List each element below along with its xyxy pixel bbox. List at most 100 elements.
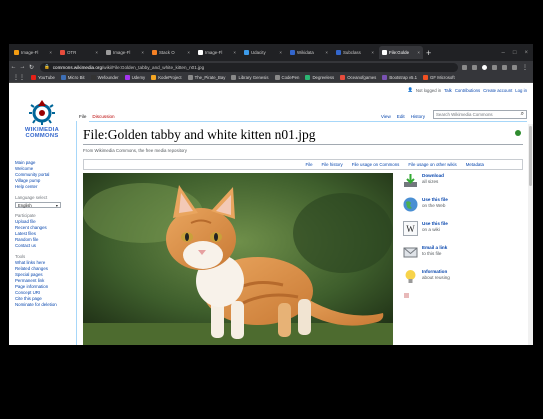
close-tab-icon[interactable]: ×	[187, 50, 190, 55]
file-type-icon[interactable]	[404, 293, 409, 298]
scrollbar-thumb[interactable]	[529, 126, 532, 186]
download-action[interactable]: Download all sizes	[403, 173, 463, 197]
toc-file-history-link[interactable]: File history	[322, 162, 343, 167]
bookmark[interactable]: GF Microsoft	[423, 75, 455, 80]
close-tab-icon[interactable]: ×	[49, 50, 52, 55]
extensions: ⋮	[462, 64, 533, 71]
bookmark[interactable]: YouTube	[31, 75, 55, 80]
kitten-image	[83, 173, 393, 345]
tab-discussion[interactable]: Discussion	[89, 114, 117, 121]
login-link[interactable]: Log in	[515, 88, 527, 93]
search-input[interactable]: Search Wikimedia Commons ⌕	[433, 110, 527, 119]
tab-view[interactable]: View	[378, 114, 394, 121]
content-area: File:Golden tabby and white kitten n01.j…	[76, 121, 527, 345]
tab-label: Udacity	[251, 50, 266, 55]
globe-indicator-icon[interactable]	[515, 130, 521, 136]
bookmark[interactable]: Bootstrap v5.1	[382, 75, 417, 80]
reload-icon[interactable]: ↻	[27, 64, 36, 71]
bookmark[interactable]: The_Pirate_Bay	[187, 75, 225, 80]
use-wiki-sub: on a wiki	[422, 227, 440, 232]
extension-icon[interactable]	[492, 64, 497, 70]
sidebar-item-contact-us[interactable]: Contact us	[15, 243, 69, 249]
menu-kebab-icon[interactable]: ⋮	[522, 64, 528, 71]
close-tab-icon[interactable]: ×	[141, 50, 144, 55]
profile-avatar-icon[interactable]	[482, 64, 487, 70]
share-icon[interactable]	[462, 64, 467, 70]
download-icon	[404, 174, 417, 187]
minimize-button[interactable]: –	[502, 50, 505, 56]
bookmark-favicon-icon	[274, 75, 280, 80]
bookmark[interactable]: Wefounder	[90, 75, 119, 80]
browser-tab[interactable]: Subclass ×	[333, 46, 377, 59]
sidebar-item-help-center[interactable]: Help center	[15, 184, 69, 190]
extension-icon[interactable]	[502, 64, 507, 70]
language-heading: Language select	[15, 195, 48, 200]
create-account-link[interactable]: Create account	[483, 88, 512, 93]
sidebar-item-nominate-deletion[interactable]: Nominate for deletion	[15, 302, 69, 308]
toc-usage-commons-link[interactable]: File usage on Commons	[352, 162, 400, 167]
close-tab-icon[interactable]: ×	[325, 50, 328, 55]
information-action[interactable]: Information about reusing	[403, 269, 463, 293]
bookmark[interactable]: Oceanofgames	[340, 75, 376, 80]
tab-edit[interactable]: Edit	[394, 114, 408, 121]
toc-file-link[interactable]: File	[305, 162, 312, 167]
language-select[interactable]: English ▾	[15, 202, 61, 208]
browser-tab[interactable]: Image-Fl ×	[195, 46, 239, 59]
bookmark-favicon-icon	[124, 75, 130, 80]
email-link-action[interactable]: Email a link to this file	[403, 245, 463, 269]
bookmark[interactable]: Degreeless	[305, 75, 334, 80]
use-on-web-action[interactable]: Use this file on the Web	[403, 197, 463, 221]
close-tab-icon[interactable]: ×	[371, 50, 374, 55]
close-tab-icon[interactable]: ×	[95, 50, 98, 55]
toc-usage-other-wikis-link[interactable]: File usage on other wikis	[408, 162, 456, 167]
bookmark[interactable]: Udemy	[124, 75, 145, 80]
page-title: File:Golden tabby and white kitten n01.j…	[83, 127, 316, 142]
svg-text:W: W	[406, 224, 415, 234]
browser-tab[interactable]: Image-Fl ×	[11, 46, 55, 59]
tab-label: Stack O	[159, 50, 175, 55]
search-icon[interactable]: ⌕	[521, 111, 526, 118]
contributions-link[interactable]: Contributions	[455, 88, 480, 93]
browser-tab[interactable]: Wikidata ×	[287, 46, 331, 59]
scrollbar[interactable]	[528, 124, 533, 345]
apps-grid-icon[interactable]: ⋮⋮	[13, 74, 25, 81]
url-path: /wiki/File:Golden_tabby_and_white_kitten…	[102, 64, 205, 70]
extension-icon[interactable]	[512, 64, 517, 70]
navigation-bar: ← → ↻ 🔒 commons.wikimedia.org /wiki/File…	[9, 61, 533, 73]
bookmarks-bar: ⋮⋮ YouTube Micro Bit Wefounder Udemy Kod…	[9, 73, 533, 83]
bookmark-label: Wefounder	[97, 75, 119, 80]
use-on-wiki-action[interactable]: W Use this file on a wiki	[403, 221, 463, 245]
close-window-button[interactable]: ×	[524, 50, 528, 56]
bookmark[interactable]: Library Genesis	[231, 75, 269, 80]
address-bar[interactable]: 🔒 commons.wikimedia.org /wiki/File:Golde…	[40, 62, 458, 72]
bookmark[interactable]: Micro Bit	[60, 75, 85, 80]
browser-tab[interactable]: OTR ×	[57, 46, 101, 59]
wiki-page: 👤 Not logged in Talk Contributions Creat…	[9, 84, 533, 345]
close-tab-icon[interactable]: ×	[417, 50, 420, 55]
browser-tab-active[interactable]: File:Golde ×	[379, 46, 423, 59]
back-arrow-icon[interactable]: ←	[9, 64, 18, 70]
tab-favicon-icon	[290, 50, 295, 55]
forward-arrow-icon[interactable]: →	[18, 64, 27, 70]
wikimedia-commons-logo[interactable]: WIKIMEDIA COMMONS	[17, 98, 67, 142]
maximize-button[interactable]: □	[513, 50, 517, 56]
tab-label: Wikidata	[297, 50, 314, 55]
bookmark-star-icon[interactable]	[472, 64, 477, 70]
new-tab-button[interactable]: +	[426, 48, 431, 58]
browser-tab[interactable]: Image-Fl ×	[103, 46, 147, 59]
close-tab-icon[interactable]: ×	[233, 50, 236, 55]
tab-history[interactable]: History	[408, 114, 428, 121]
tab-favicon-icon	[60, 50, 65, 55]
browser-tab[interactable]: Stack O ×	[149, 46, 193, 59]
browser-tab[interactable]: Udacity ×	[241, 46, 285, 59]
globe-icon	[403, 197, 418, 212]
tab-favicon-icon	[198, 50, 203, 55]
bookmark[interactable]: CodePen	[274, 75, 299, 80]
toc-metadata-link[interactable]: Metadata	[466, 162, 484, 167]
bookmark-favicon-icon	[31, 75, 36, 80]
talk-link[interactable]: Talk	[444, 88, 452, 93]
close-tab-icon[interactable]: ×	[279, 50, 282, 55]
bookmark[interactable]: KodeProject	[151, 75, 182, 80]
bookmark-label: Bootstrap v5.1	[389, 75, 418, 80]
kitten-photo[interactable]	[83, 173, 393, 345]
